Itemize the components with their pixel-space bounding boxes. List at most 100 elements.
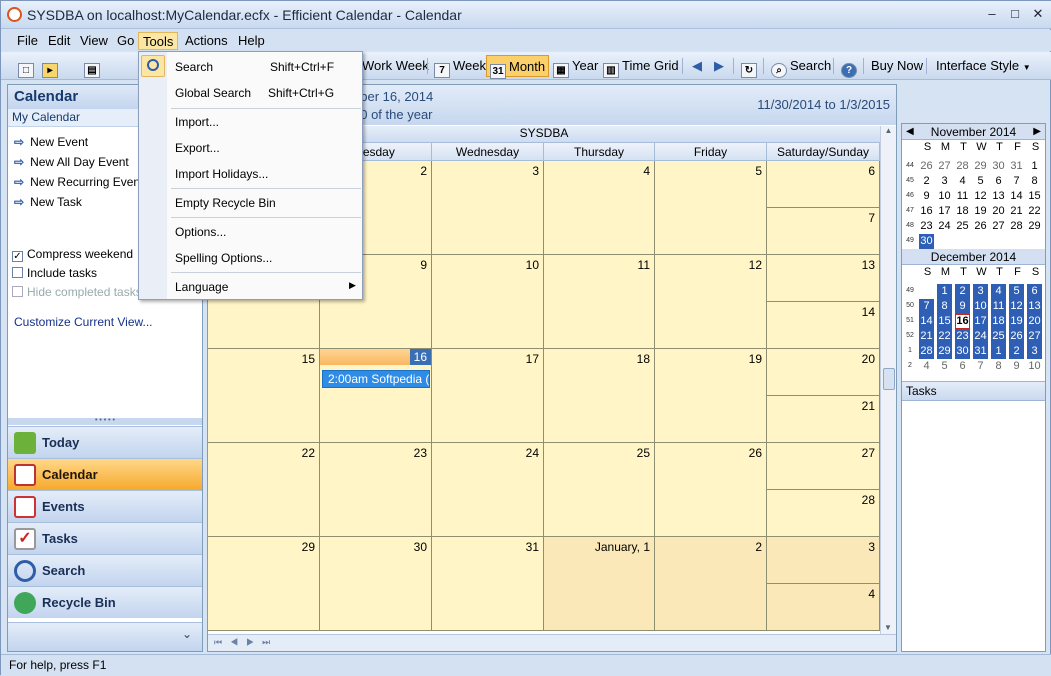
- mini-day[interactable]: 14: [919, 314, 934, 329]
- nav-configure-button[interactable]: ⌄: [8, 622, 202, 651]
- mini-day[interactable]: 7: [1009, 174, 1024, 189]
- saturday-cell[interactable]: 6: [767, 161, 880, 208]
- day-cell[interactable]: 15: [208, 349, 320, 443]
- saturday-cell[interactable]: 20: [767, 349, 880, 396]
- mini-day[interactable]: 29: [1027, 219, 1042, 234]
- tools-menu-import[interactable]: Import...: [175, 115, 360, 129]
- event-item[interactable]: 2:00am Softpedia (I: [322, 370, 430, 388]
- mini-day[interactable]: 9: [955, 299, 970, 314]
- day-cell[interactable]: 23: [320, 443, 432, 537]
- mini-day[interactable]: 20: [991, 204, 1006, 219]
- mini-day[interactable]: 22: [1027, 204, 1042, 219]
- open-folder-icon[interactable]: ▸: [39, 55, 64, 78]
- buy-now-button[interactable]: Buy Now: [868, 55, 926, 77]
- mini-day[interactable]: 9: [1009, 359, 1024, 374]
- new-all-day-event-link[interactable]: ⇨ New All Day Event: [14, 155, 129, 169]
- mini-day[interactable]: 3: [937, 174, 952, 189]
- menu-view[interactable]: View: [76, 32, 112, 50]
- nav-events[interactable]: Events: [8, 490, 202, 522]
- scroll-thumb[interactable]: [883, 368, 895, 390]
- nav-today[interactable]: Today: [8, 426, 202, 458]
- mini-prev-arrow-icon[interactable]: ◀: [906, 124, 914, 140]
- mini-day[interactable]: 24: [973, 329, 988, 344]
- vertical-scrollbar[interactable]: ▲ ▼: [880, 126, 896, 634]
- sunday-cell[interactable]: 14: [767, 302, 880, 349]
- hide-completed-tasks-checkbox[interactable]: Hide completed tasks: [12, 285, 142, 299]
- mini-day[interactable]: 6: [991, 174, 1006, 189]
- mini-day[interactable]: 1: [1027, 159, 1042, 174]
- mini-day[interactable]: 23: [919, 219, 934, 234]
- day-cell[interactable]: 5: [655, 161, 767, 255]
- day-cell[interactable]: 31: [432, 537, 544, 631]
- mini-day[interactable]: 4: [991, 284, 1006, 299]
- saturday-cell[interactable]: 3: [767, 537, 880, 584]
- go-today-icon[interactable]: ↻: [738, 55, 763, 78]
- maximize-button[interactable]: □: [1004, 5, 1026, 23]
- mini-day[interactable]: 5: [937, 359, 952, 374]
- tools-menu-spelling-options[interactable]: Spelling Options...: [175, 251, 360, 265]
- mini-day[interactable]: 6: [1027, 284, 1042, 299]
- mini-day[interactable]: 27: [1027, 329, 1042, 344]
- mini-day[interactable]: 30: [991, 159, 1006, 174]
- mini-next-arrow-icon[interactable]: ▶: [1033, 124, 1041, 140]
- mini-day[interactable]: 11: [991, 299, 1006, 314]
- menu-tools[interactable]: Tools: [138, 32, 179, 50]
- mini-day[interactable]: 18: [955, 204, 970, 219]
- mini-day[interactable]: 20: [1027, 314, 1042, 329]
- mini-day[interactable]: 13: [1027, 299, 1042, 314]
- mini-day[interactable]: 24: [937, 219, 952, 234]
- previous-arrow-icon[interactable]: ◀: [689, 55, 705, 77]
- day-cell[interactable]: January, 1: [544, 537, 655, 631]
- mini-day[interactable]: 19: [973, 204, 988, 219]
- day-cell[interactable]: 19: [655, 349, 767, 443]
- mini-day[interactable]: 17: [973, 314, 988, 329]
- interface-style-dropdown[interactable]: Interface Style ▼: [933, 55, 1034, 77]
- time-grid-button[interactable]: ▥ Time Grid: [600, 55, 682, 78]
- mini-day[interactable]: 17: [937, 204, 952, 219]
- mini-day[interactable]: 16: [919, 204, 934, 219]
- mini-day[interactable]: 18: [991, 314, 1006, 329]
- mini-day[interactable]: 22: [937, 329, 952, 344]
- mini-day[interactable]: 30: [919, 234, 934, 249]
- mini-day[interactable]: 28: [919, 344, 934, 359]
- mini-day[interactable]: 8: [1027, 174, 1042, 189]
- mini-day[interactable]: 12: [973, 189, 988, 204]
- day-cell[interactable]: 2: [655, 537, 767, 631]
- day-cell[interactable]: 29: [208, 537, 320, 631]
- next-arrow-icon[interactable]: ▶: [711, 55, 727, 77]
- mini-day[interactable]: 7: [973, 359, 988, 374]
- day-cell[interactable]: 16 2:00am Softpedia (I: [320, 349, 432, 443]
- mini-day[interactable]: 6: [955, 359, 970, 374]
- mini-day[interactable]: 11: [955, 189, 970, 204]
- mini-day[interactable]: 27: [937, 159, 952, 174]
- day-cell[interactable]: 11: [544, 255, 655, 349]
- day-cell[interactable]: 17: [432, 349, 544, 443]
- sunday-cell[interactable]: 21: [767, 396, 880, 443]
- minimize-button[interactable]: –: [981, 5, 1003, 23]
- help-icon[interactable]: ?: [838, 55, 863, 78]
- mini-day[interactable]: 16: [955, 314, 970, 329]
- year-button[interactable]: ▦ Year: [550, 55, 601, 78]
- menu-actions[interactable]: Actions: [181, 32, 232, 50]
- compress-weekend-checkbox[interactable]: ✓ Compress weekend: [12, 247, 133, 262]
- mini-day[interactable]: 21: [919, 329, 934, 344]
- day-cell[interactable]: 24: [432, 443, 544, 537]
- menu-go[interactable]: Go: [113, 32, 138, 50]
- mini-day[interactable]: 1: [937, 284, 952, 299]
- menu-edit[interactable]: Edit: [44, 32, 74, 50]
- mini-day[interactable]: 9: [919, 189, 934, 204]
- new-recurring-event-link[interactable]: ⇨ New Recurring Event: [14, 175, 143, 189]
- work-week-button[interactable]: Work Week: [359, 55, 432, 77]
- customize-view-link[interactable]: Customize Current View...: [14, 315, 153, 329]
- mini-day[interactable]: 8: [991, 359, 1006, 374]
- day-cell[interactable]: 30: [320, 537, 432, 631]
- new-event-link[interactable]: ⇨ New Event: [14, 135, 88, 149]
- day-cell[interactable]: 25: [544, 443, 655, 537]
- nav-recycle-bin[interactable]: Recycle Bin: [8, 586, 202, 618]
- mini-day[interactable]: 14: [1009, 189, 1024, 204]
- mini-day[interactable]: 15: [1027, 189, 1042, 204]
- tools-menu-options[interactable]: Options...: [175, 225, 360, 239]
- sunday-cell[interactable]: 4: [767, 584, 880, 631]
- tools-menu-import-holidays[interactable]: Import Holidays...: [175, 167, 360, 181]
- saturday-cell[interactable]: 27: [767, 443, 880, 490]
